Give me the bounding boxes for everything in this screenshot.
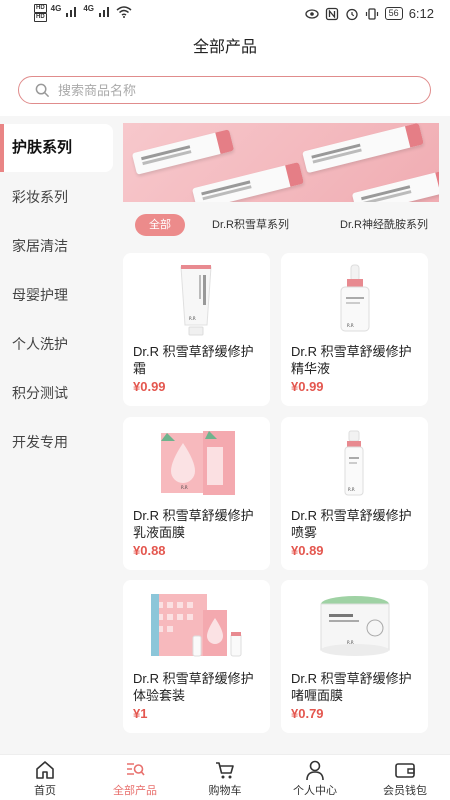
wifi-icon	[116, 6, 132, 18]
product-card[interactable]: R.R Dr.R 积雪草舒缓修护霜 ¥0.99	[123, 253, 270, 406]
product-price: ¥0.99	[291, 379, 324, 394]
nav-cart-label: 购物车	[208, 785, 242, 797]
search-icon	[35, 83, 50, 97]
product-price: ¥0.89	[291, 543, 324, 558]
banner-tube-2	[191, 162, 305, 202]
hd-badge-1: HD	[34, 4, 47, 13]
sidebar-item-points-test[interactable]: 积分测试	[0, 369, 113, 417]
nav-cart[interactable]: 购物车	[180, 759, 270, 799]
signal-bars-icon	[66, 7, 77, 17]
nav-home-label: 首页	[34, 785, 56, 797]
vibrate-icon	[365, 7, 378, 20]
clock: 6:12	[408, 6, 434, 21]
product-price: ¥0.79	[291, 706, 324, 721]
eye-icon	[305, 8, 319, 19]
product-price: ¥0.88	[133, 543, 166, 558]
product-area: 全部 Dr.R积雪草系列 Dr.R神经酰胺系列 R.R Dr.R 积雪草舒缓修护…	[113, 116, 450, 754]
svg-text:R.R: R.R	[189, 316, 196, 321]
mask-box-image: R.R	[161, 431, 235, 495]
product-price: ¥0.99	[133, 379, 166, 394]
product-title: Dr.R 积雪草舒缓修护精华液	[291, 344, 412, 376]
cream-tube-image: R.R	[180, 265, 212, 336]
system-indicators: 56 6:12	[305, 6, 434, 21]
category-sidebar: 护肤系列 彩妆系列 家居清洁 母婴护理 个人洗护 积分测试 开发专用	[0, 116, 113, 754]
product-price: ¥1	[133, 706, 148, 721]
banner-tube-3	[302, 123, 424, 174]
home-icon	[36, 761, 54, 779]
product-card[interactable]: R.R Dr.R 积雪草舒缓修护乳液面膜 ¥0.88	[123, 417, 270, 570]
promo-banner[interactable]	[123, 123, 439, 202]
nav-profile[interactable]: 个人中心	[270, 759, 360, 799]
signal-4g-2: 4G	[83, 4, 95, 13]
sim-indicators: HD HD	[34, 4, 47, 22]
wallet-icon	[395, 763, 415, 778]
sidebar-item-home-cleaning[interactable]: 家居清洁	[0, 222, 113, 270]
bottom-navigation: 首页 全部产品 购物车 个人中心 会员钱包	[0, 754, 450, 800]
signal-4g-1: 4G	[50, 4, 62, 13]
svg-text:R.R: R.R	[347, 640, 354, 645]
svg-text:R.R: R.R	[347, 323, 354, 328]
nav-profile-label: 个人中心	[293, 785, 337, 797]
hd-badge-2: HD	[34, 13, 47, 22]
signal-bars-icon-2	[99, 7, 110, 17]
alarm-icon	[346, 8, 358, 20]
product-card[interactable]: R.R Dr.R 积雪草舒缓修护喷雾 ¥0.89	[281, 417, 428, 570]
search-bar[interactable]	[18, 76, 431, 104]
trial-set-image	[151, 594, 242, 657]
user-icon	[306, 760, 324, 781]
banner-tube-1	[131, 129, 235, 175]
product-title: Dr.R 积雪草舒缓修护霜	[133, 344, 254, 376]
tab-all[interactable]: 全部	[135, 214, 185, 236]
svg-text:R.R: R.R	[181, 485, 188, 490]
serum-bottle-image: R.R	[340, 264, 370, 332]
nav-wallet-label: 会员钱包	[383, 785, 427, 797]
product-title: Dr.R 积雪草舒缓修护乳液面膜	[133, 508, 254, 540]
product-card[interactable]: R.R Dr.R 积雪草舒缓修护啫喱面膜 ¥0.79	[281, 580, 428, 733]
product-card[interactable]: R.R Dr.R 积雪草舒缓修护精华液 ¥0.99	[281, 253, 428, 406]
product-card[interactable]: Dr.R 积雪草舒缓修护体验套装 ¥1	[123, 580, 270, 733]
battery-indicator: 56	[384, 7, 403, 20]
sidebar-item-skincare[interactable]: 护肤系列	[0, 124, 113, 172]
nav-home[interactable]: 首页	[0, 759, 90, 799]
network-indicators: HD HD 4G 4G	[34, 4, 132, 22]
spray-bottle-image: R.R	[344, 430, 364, 496]
search-list-icon	[127, 763, 145, 776]
tab-centella-series[interactable]: Dr.R积雪草系列	[212, 214, 289, 236]
status-bar: HD HD 4G 4G 56 6:12	[0, 0, 450, 30]
svg-text:R.R: R.R	[348, 487, 355, 492]
sidebar-item-baby-care[interactable]: 母婴护理	[0, 271, 113, 319]
banner-tube-4	[351, 169, 439, 202]
tab-ceramide-series[interactable]: Dr.R神经酰胺系列	[340, 214, 428, 236]
nfc-icon	[325, 7, 338, 20]
sidebar-item-personal-care[interactable]: 个人洗护	[0, 320, 113, 368]
product-title: Dr.R 积雪草舒缓修护体验套装	[133, 671, 254, 703]
sidebar-item-makeup[interactable]: 彩妆系列	[0, 173, 113, 221]
sidebar-item-dev[interactable]: 开发专用	[0, 418, 113, 466]
product-title: Dr.R 积雪草舒缓修护喷雾	[291, 508, 412, 540]
nav-wallet[interactable]: 会员钱包	[360, 759, 450, 799]
category-tabs: 全部 Dr.R积雪草系列 Dr.R神经酰胺系列	[123, 214, 450, 236]
cart-icon	[216, 762, 234, 779]
product-title: Dr.R 积雪草舒缓修护啫喱面膜	[291, 671, 412, 703]
page-title: 全部产品	[192, 39, 257, 56]
nav-all-products[interactable]: 全部产品	[90, 759, 180, 799]
search-input[interactable]	[58, 82, 358, 98]
nav-all-products-label: 全部产品	[113, 785, 157, 797]
gel-mask-jar-image: R.R	[320, 596, 390, 656]
